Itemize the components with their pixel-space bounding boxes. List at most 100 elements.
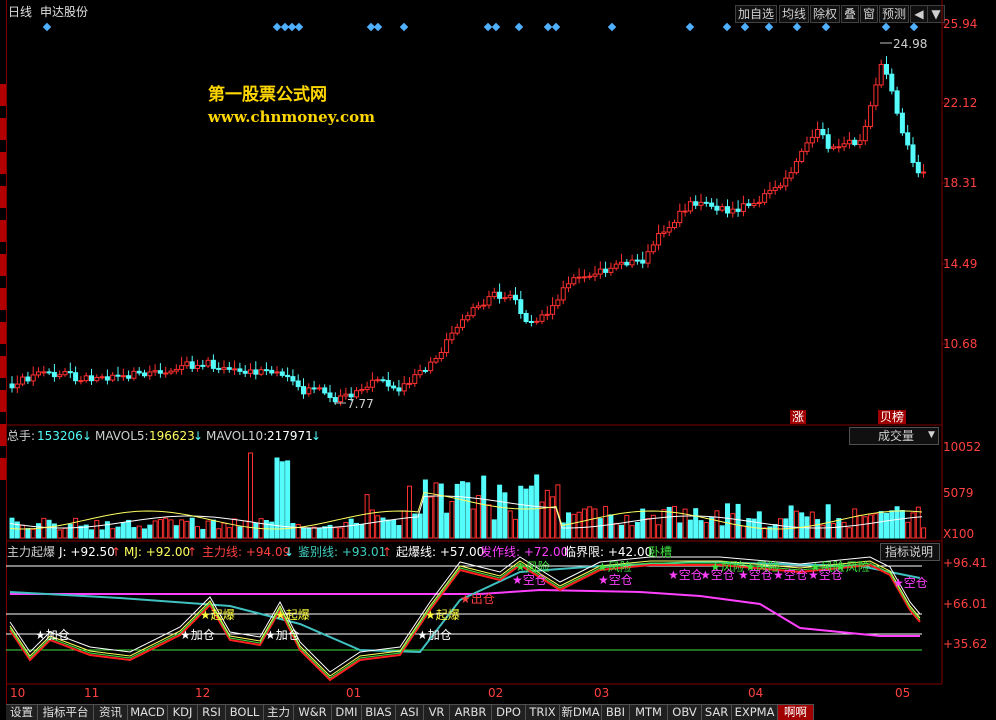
candle-body [263,369,269,372]
chart-canvas[interactable] [0,0,996,704]
candle-body [136,370,142,374]
tab-19[interactable]: OBV [668,704,702,720]
indicator-axis-tick: +35.62 [943,637,988,651]
tab-16[interactable]: 新DMA [560,704,602,720]
indicator-axis-tick: +96.41 [943,556,988,570]
volume-bar [99,529,105,539]
candle-body [809,136,815,144]
candle-body [889,73,895,92]
tab-17[interactable]: BBI [602,704,630,720]
tab-13[interactable]: ARBR [450,704,492,720]
tab-8[interactable]: W&R [294,704,332,720]
event-diamond-icon [740,22,750,32]
volume-bar [422,479,428,539]
tab-7[interactable]: 主力 [264,704,294,720]
x-tick: 03 [594,686,610,700]
candle-body [242,370,248,374]
volume-bar [687,519,693,539]
volume-bar [868,514,874,539]
indicator-explain-button[interactable]: 指标说明 [880,543,940,561]
candle-body [295,380,301,388]
candle-body [460,319,465,328]
candle-body [852,139,858,146]
tab-12[interactable]: VR [424,704,450,720]
event-diamond-icon [881,22,891,32]
volume-bar [332,527,338,539]
candle-body [316,387,322,390]
volume-bar [735,503,741,539]
candle-body [184,361,190,367]
tab-21[interactable]: EXPMA [732,704,778,720]
candle-body [67,371,73,374]
tab-20[interactable]: SAR [702,704,732,720]
candle-body [746,203,752,206]
tab-9[interactable]: DMI [332,704,362,720]
down-arrow-icon: ↓ [284,545,295,559]
tab-2[interactable]: 资讯 [94,704,128,720]
candle-body [539,314,545,322]
candle-body [168,370,174,374]
volume-bar [793,510,799,539]
volume-bar [152,520,158,539]
candle-body [73,372,79,382]
zhang-badge: 涨 [790,410,807,424]
tab-5[interactable]: RSI [198,704,226,720]
volume-bar [608,514,614,539]
candle-body [735,208,741,212]
tab-1[interactable]: 指标平台 [38,704,94,720]
tab-6[interactable]: BOLL [226,704,264,720]
volume-bar [195,526,200,539]
up-arrow-icon: ↑ [111,545,122,559]
volume-indicator-select[interactable]: 成交量 [849,427,939,445]
tab-0[interactable]: 设置 [6,704,38,720]
candle-body [470,307,476,317]
candle-body [666,227,672,233]
candle-body [248,369,253,374]
volume-bar [401,510,407,539]
volume-bar [407,485,412,539]
volume-bar [110,528,116,539]
candle-body [507,294,513,299]
tab-4[interactable]: KDJ [168,704,198,720]
volume-bar [115,526,121,539]
candlesticks [9,56,927,406]
candle-body [126,375,132,379]
candle-body [783,177,789,187]
signal-kongcang: ★空仓 [598,573,633,587]
candle-body [449,332,455,341]
candle-body [581,276,587,279]
candle-body [608,267,614,273]
event-diamond-icon [514,22,524,32]
candle-body [698,201,704,206]
tab-14[interactable]: DPO [492,704,526,720]
chevron-down-icon[interactable]: ▼ [928,428,935,442]
candle-body [862,125,868,142]
candle-body [152,370,158,373]
volume-bar [513,518,518,539]
signal-fengxian: ★风险 [597,560,632,574]
volume-bar [242,520,248,539]
signal-kongcang: ★空仓 [700,568,735,582]
tab-22[interactable]: 啊啊 [778,704,814,720]
volume-bar [396,525,402,539]
candle-body [253,369,259,375]
candle-body [619,261,624,265]
signal-fengxian: ★风险 [515,560,550,574]
indicator-jianbie: 鉴别线: +93.01 [298,545,387,559]
candle-body [528,320,534,323]
tab-18[interactable]: MTM [630,704,668,720]
tab-10[interactable]: BIAS [362,704,396,720]
candle-body [25,376,31,382]
volume-bar [295,524,301,539]
tab-3[interactable]: MACD [128,704,168,720]
tab-15[interactable]: TRIX [526,704,560,720]
candle-body [205,359,211,367]
candle-body [163,372,169,375]
candle-body [311,387,317,390]
candle-body [142,372,147,377]
candle-body [115,374,121,377]
volume-bars [9,452,927,539]
tab-11[interactable]: ASI [396,704,424,720]
volume-bar [597,518,603,539]
candle-body [94,376,100,382]
